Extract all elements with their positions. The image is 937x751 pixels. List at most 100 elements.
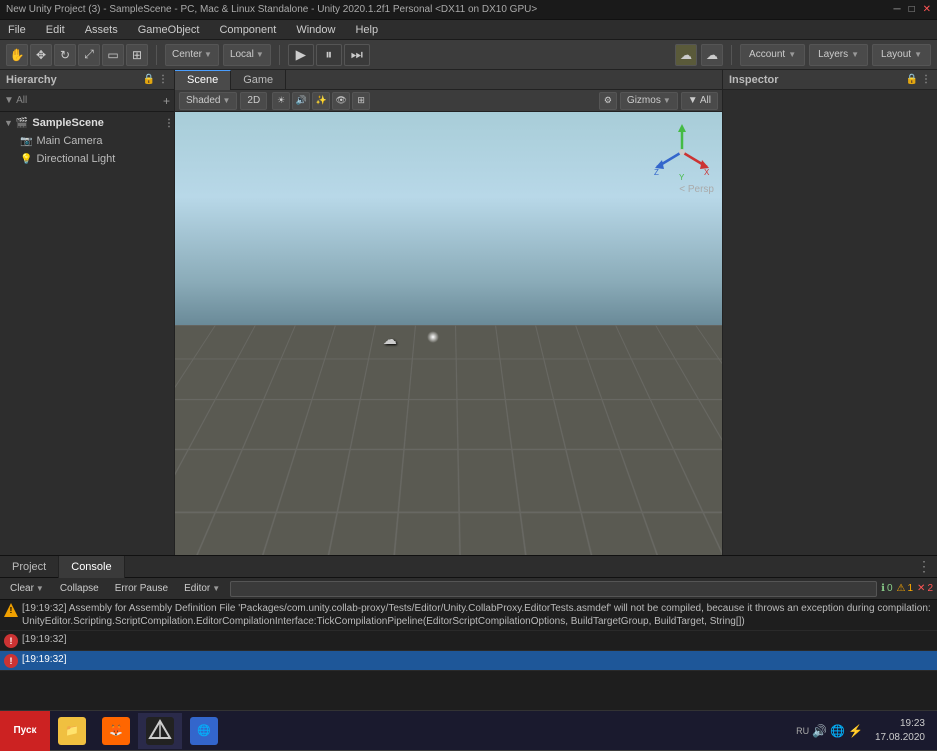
hierarchy-title: Hierarchy <box>6 74 57 86</box>
hierarchy-lock-icon[interactable]: 🔒 <box>143 74 155 85</box>
editor-btn[interactable]: Editor ▼ <box>178 580 226 598</box>
scene-overlay-btn[interactable]: ⚙ <box>599 92 617 110</box>
all-scene-btn[interactable]: ▼ All <box>681 92 718 110</box>
systray: RU 🔊 🌐 ⚡ <box>796 724 863 738</box>
step-btn[interactable]: ⏭ <box>344 44 370 66</box>
hierarchy-header-icons: 🔒 ⋮ <box>143 74 168 85</box>
bottom-area: Project Console ⋮ Clear ▼ Collapse Error… <box>0 555 937 710</box>
hierarchy-item-light[interactable]: 💡 Directional Light <box>0 150 174 168</box>
inspector-title: Inspector <box>729 74 779 86</box>
light-indicator <box>427 331 439 343</box>
scale-tool-btn[interactable]: ⤢ <box>78 44 100 66</box>
warn-count-icon: ⚠ <box>897 583 906 594</box>
taskbar-browser[interactable]: 🦊 <box>94 713 138 749</box>
warn-count: 1 <box>907 583 913 594</box>
menu-assets[interactable]: Assets <box>81 22 122 38</box>
console-row-0[interactable]: ! [19:19:32] Assembly for Assembly Defin… <box>0 600 937 631</box>
info-count: 0 <box>887 583 893 594</box>
shading-mode-btn[interactable]: Shaded ▼ <box>179 92 237 110</box>
scene-fx-btn[interactable]: ✨ <box>312 92 330 110</box>
space-dd-arrow: ▼ <box>256 50 264 59</box>
tab-game[interactable]: Game <box>231 70 286 90</box>
error-circle-1: ! <box>4 634 18 648</box>
gizmos-dd-arrow: ▼ <box>663 96 671 105</box>
taskbar-folder[interactable]: 📁 <box>50 713 94 749</box>
console-row-1[interactable]: ! [19:19:32] <box>0 631 937 651</box>
gizmo-svg: Y X Z <box>652 122 712 182</box>
svg-text:Z: Z <box>654 168 659 177</box>
tab-console[interactable]: Console <box>59 556 124 578</box>
hierarchy-add-btn[interactable]: + <box>163 94 170 108</box>
menu-edit[interactable]: Edit <box>42 22 69 38</box>
play-btn[interactable]: ▶ <box>288 44 314 66</box>
cloud-btn[interactable]: ☁ <box>701 44 723 66</box>
pause-btn[interactable]: ⏸ <box>316 44 342 66</box>
tab-scene[interactable]: Scene <box>175 70 231 90</box>
scene-menu-icon[interactable]: ⋮ <box>164 118 174 129</box>
toolbar: ✋ ✥ ↻ ⤢ ▭ ⊞ Center ▼ Local ▼ ▶ ⏸ ⏭ ☁ ☁ A… <box>0 40 937 70</box>
tab-project[interactable]: Project <box>0 556 59 578</box>
layers-btn[interactable]: Layers ▼ <box>809 44 868 66</box>
menu-help[interactable]: Help <box>351 22 382 38</box>
transform-tool-btn[interactable]: ⊞ <box>126 44 148 66</box>
minimize-btn[interactable]: ─ <box>893 4 900 15</box>
collab-btn[interactable]: ☁ <box>675 44 697 66</box>
2d-btn[interactable]: 2D <box>240 92 267 110</box>
hierarchy-item-scene[interactable]: ▼ 🎬 SampleScene ⋮ <box>0 114 174 132</box>
move-tool-btn[interactable]: ✥ <box>30 44 52 66</box>
inspector-menu-icon[interactable]: ⋮ <box>921 74 931 85</box>
hierarchy-menu-icon[interactable]: ⋮ <box>158 74 168 85</box>
clear-btn[interactable]: Clear ▼ <box>4 580 50 598</box>
menu-file[interactable]: File <box>4 22 30 38</box>
gizmos-btn[interactable]: Gizmos ▼ <box>620 92 678 110</box>
error-icon-1: ! <box>4 634 18 648</box>
account-btn[interactable]: Account ▼ <box>740 44 805 66</box>
taskbar-app4[interactable]: 🌐 <box>182 713 226 749</box>
editor-label: Editor <box>184 583 210 594</box>
hand-tool-btn[interactable]: ✋ <box>6 44 28 66</box>
tab-game-label: Game <box>243 74 273 86</box>
rotate-tool-btn[interactable]: ↻ <box>54 44 76 66</box>
menu-window[interactable]: Window <box>292 22 339 38</box>
bottom-more-icon[interactable]: ⋮ <box>911 558 937 575</box>
scene-grid-btn[interactable]: ⊞ <box>352 92 370 110</box>
inspector-lock-icon[interactable]: 🔒 <box>906 74 918 85</box>
scene-toolbar-right: ⚙ Gizmos ▼ ▼ All <box>599 92 718 110</box>
transform-tools-group: ✋ ✥ ↻ ⤢ ▭ ⊞ <box>6 44 148 66</box>
camera-icon: 📷 <box>20 136 32 147</box>
playmode-group: ▶ ⏸ ⏭ <box>288 44 370 66</box>
console-text-0: [19:19:32] Assembly for Assembly Definit… <box>22 602 933 628</box>
warn-triangle-0: ! <box>4 603 18 617</box>
hierarchy-item-camera[interactable]: 📷 Main Camera <box>0 132 174 150</box>
layers-dd-arrow: ▼ <box>851 50 859 59</box>
all-scene-label: ▼ All <box>688 95 711 106</box>
maximize-btn[interactable]: □ <box>909 4 915 15</box>
space-btn[interactable]: Local ▼ <box>223 44 271 66</box>
light-icon: 💡 <box>20 154 32 165</box>
start-button[interactable]: Пуск <box>0 711 50 751</box>
menu-component[interactable]: Component <box>215 22 280 38</box>
taskbar-unity[interactable] <box>138 713 182 749</box>
scene-light-btn[interactable]: ☀ <box>272 92 290 110</box>
layout-btn[interactable]: Layout ▼ <box>872 44 931 66</box>
error-pause-btn[interactable]: Error Pause <box>109 580 174 598</box>
unity-icon <box>146 717 174 745</box>
scene-tool-icons: ☀ 🔊 ✨ 👁 ⊞ <box>272 92 370 110</box>
account-dd-arrow: ▼ <box>788 50 796 59</box>
menu-bar: File Edit Assets GameObject Component Wi… <box>0 20 937 40</box>
clock-time: 19:23 <box>875 717 925 731</box>
clear-dd-arrow: ▼ <box>36 584 44 593</box>
hierarchy-header: Hierarchy 🔒 ⋮ <box>0 70 174 90</box>
layout-label: Layout <box>881 49 911 60</box>
console-content: ! [19:19:32] Assembly for Assembly Defin… <box>0 600 937 710</box>
menu-gameobject[interactable]: GameObject <box>134 22 204 38</box>
close-btn[interactable]: ✕ <box>923 4 931 15</box>
browser-icon: 🦊 <box>102 717 130 745</box>
rect-tool-btn[interactable]: ▭ <box>102 44 124 66</box>
pivot-btn[interactable]: Center ▼ <box>165 44 219 66</box>
console-search-input[interactable] <box>230 581 877 597</box>
collapse-btn[interactable]: Collapse <box>54 580 105 598</box>
scene-audio-btn[interactable]: 🔊 <box>292 92 310 110</box>
scene-scene-btn[interactable]: 👁 <box>332 92 350 110</box>
console-row-2[interactable]: ! [19:19:32] <box>0 651 937 671</box>
